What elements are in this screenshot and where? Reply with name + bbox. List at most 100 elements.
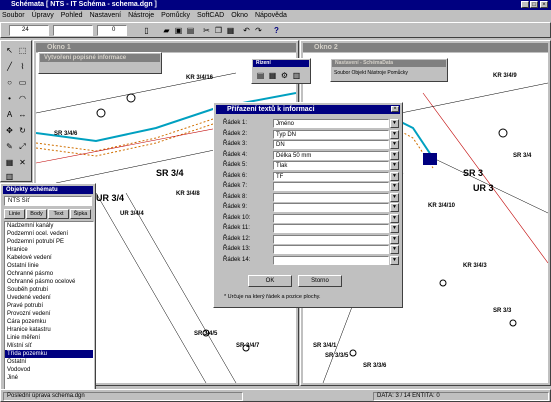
menu-item[interactable]: Pomůcky	[161, 11, 190, 21]
list-item[interactable]: Místní síť	[5, 342, 93, 350]
table-icon[interactable]: ▥	[291, 70, 302, 81]
point-icon[interactable]: •	[4, 93, 15, 104]
level-combo[interactable]: 24	[9, 25, 49, 36]
list-item[interactable]: Třída pozemku	[5, 350, 93, 358]
text-icon[interactable]: A	[4, 109, 15, 120]
menu-item[interactable]: Okno	[231, 11, 248, 21]
fence-icon[interactable]: ⬚	[17, 45, 28, 56]
cancel-button[interactable]: Storno	[298, 275, 342, 287]
pattern-icon[interactable]: ▥	[4, 171, 15, 182]
row-value-field[interactable]	[273, 192, 389, 202]
menu-item[interactable]: Nápověda	[255, 11, 287, 21]
weight-combo[interactable]: 0	[97, 25, 127, 36]
schema-objects-list[interactable]: Nadzemní kanály Podzemní ocel. vedení Podz…	[4, 221, 94, 390]
objects-tab[interactable]: Text	[48, 209, 69, 219]
menu-item[interactable]: SoftCAD	[197, 11, 224, 21]
dropdown-arrow-icon[interactable]: ▼	[390, 129, 399, 139]
schema-objects-title-bar[interactable]: Objekty schématu	[3, 186, 93, 194]
maximize-button[interactable]: □	[530, 1, 538, 8]
menu-item[interactable]: Nástroje	[128, 11, 154, 21]
dropdown-arrow-icon[interactable]: ▼	[390, 182, 399, 191]
dialog-close-icon[interactable]: ×	[391, 106, 399, 112]
list-item[interactable]: Podzemní ocel. vedení	[5, 230, 93, 238]
list-item[interactable]: Ostatní	[5, 358, 93, 366]
select-arrow-icon[interactable]: ↖	[4, 45, 15, 56]
list-item[interactable]: Souběh potrubí	[5, 286, 93, 294]
dropdown-arrow-icon[interactable]: ▼	[390, 161, 399, 170]
modify-icon[interactable]: ✎	[4, 141, 15, 152]
new-file-icon[interactable]: ▯	[141, 25, 152, 36]
objects-tab[interactable]: Šipka	[70, 209, 91, 219]
row-value-field[interactable]: Jméno	[273, 119, 389, 128]
close-button[interactable]: ×	[540, 1, 548, 8]
cell-icon[interactable]: ▦	[4, 157, 15, 168]
scale-icon[interactable]: ⤢	[17, 141, 28, 152]
control-toolbar-title-bar[interactable]: Řízení	[253, 60, 309, 67]
dropdown-arrow-icon[interactable]: ▼	[390, 213, 399, 223]
schema-data-title-bar[interactable]: Nastavení - SchémaData	[332, 60, 446, 67]
menu-item[interactable]: Nastavení	[90, 11, 122, 21]
delete-icon[interactable]: ✕	[17, 157, 28, 168]
row-value-field[interactable]	[273, 255, 389, 265]
arc-icon[interactable]: ◠	[17, 93, 28, 104]
row-value-field[interactable]	[273, 213, 389, 223]
measure-icon[interactable]: ↔	[17, 109, 28, 120]
row-value-field[interactable]: DN	[273, 140, 389, 149]
minimize-button[interactable]: _	[521, 1, 529, 8]
row-value-field[interactable]	[273, 234, 389, 244]
list-item[interactable]: Linie měření	[5, 334, 93, 342]
list-item[interactable]: Hranice katastru	[5, 326, 93, 334]
circle-icon[interactable]: ○	[4, 77, 15, 88]
grid-icon[interactable]: ▦	[267, 70, 278, 81]
ok-button[interactable]: OK	[248, 275, 292, 287]
list-item[interactable]: Ochranné pásmo ocelové	[5, 278, 93, 286]
copy-icon[interactable]: ❐	[213, 25, 224, 36]
redo-icon[interactable]: ↷	[253, 25, 264, 36]
rotate-icon[interactable]: ↻	[17, 125, 28, 136]
dropdown-arrow-icon[interactable]: ▼	[390, 255, 399, 265]
color-combo[interactable]	[53, 25, 93, 36]
description-info-title-bar[interactable]: Vytvoření popisné informace	[40, 54, 160, 62]
row-value-field[interactable]: Typ DN	[273, 129, 389, 139]
row-value-field[interactable]: Délka 50 mm	[273, 150, 389, 160]
app-title-bar[interactable]: Schémata [ NTS - IT Schéma - schema.dgn …	[0, 0, 551, 10]
window-1-title-bar[interactable]: Okno 1	[36, 43, 296, 52]
dropdown-arrow-icon[interactable]: ▼	[390, 203, 399, 212]
dropdown-arrow-icon[interactable]: ▼	[390, 171, 399, 181]
list-item[interactable]: Kabelové vedení	[5, 254, 93, 262]
objects-tab[interactable]: Linie	[4, 209, 25, 219]
dropdown-arrow-icon[interactable]: ▼	[390, 119, 399, 128]
dropdown-arrow-icon[interactable]: ▼	[390, 224, 399, 233]
row-value-field[interactable]	[273, 182, 389, 191]
list-item[interactable]: Provozní vedení	[5, 310, 93, 318]
list-item[interactable]: Nadzemní kanály	[5, 222, 93, 230]
settings-icon[interactable]: ⚙	[279, 70, 290, 81]
objects-tab[interactable]: Body	[26, 209, 47, 219]
help-icon[interactable]: ?	[271, 25, 282, 36]
layers-icon[interactable]: ▤	[255, 70, 266, 81]
schema-data-menu[interactable]: Soubor Objekt Nástroje Pomůcky	[334, 70, 408, 76]
rectangle-icon[interactable]: ▭	[17, 77, 28, 88]
list-item[interactable]: Vodovod	[5, 366, 93, 374]
list-item[interactable]: Hranice	[5, 246, 93, 254]
menu-item[interactable]: Pohled	[61, 11, 83, 21]
row-value-field[interactable]	[273, 245, 389, 254]
row-value-field[interactable]	[273, 203, 389, 212]
list-item[interactable]: Podzemní potrubí PE	[5, 238, 93, 246]
list-item[interactable]: Čára pozemku	[5, 318, 93, 326]
schema-objects-combo[interactable]: NTS Síť	[4, 196, 92, 206]
list-item[interactable]: Jiné	[5, 374, 93, 382]
dropdown-arrow-icon[interactable]: ▼	[390, 234, 399, 244]
print-icon[interactable]: ▤	[185, 25, 196, 36]
menu-item[interactable]: Úpravy	[32, 11, 54, 21]
row-value-field[interactable]	[273, 224, 389, 233]
list-item[interactable]: Ostatní linie	[5, 262, 93, 270]
undo-icon[interactable]: ↶	[241, 25, 252, 36]
cut-icon[interactable]: ✂	[201, 25, 212, 36]
row-value-field[interactable]: Tlak	[273, 161, 389, 170]
list-item[interactable]: Uvedené vedení	[5, 294, 93, 302]
paste-icon[interactable]: ▦	[225, 25, 236, 36]
save-icon[interactable]: ▣	[173, 25, 184, 36]
line-icon[interactable]: ╱	[4, 61, 15, 72]
dropdown-arrow-icon[interactable]: ▼	[390, 150, 399, 160]
